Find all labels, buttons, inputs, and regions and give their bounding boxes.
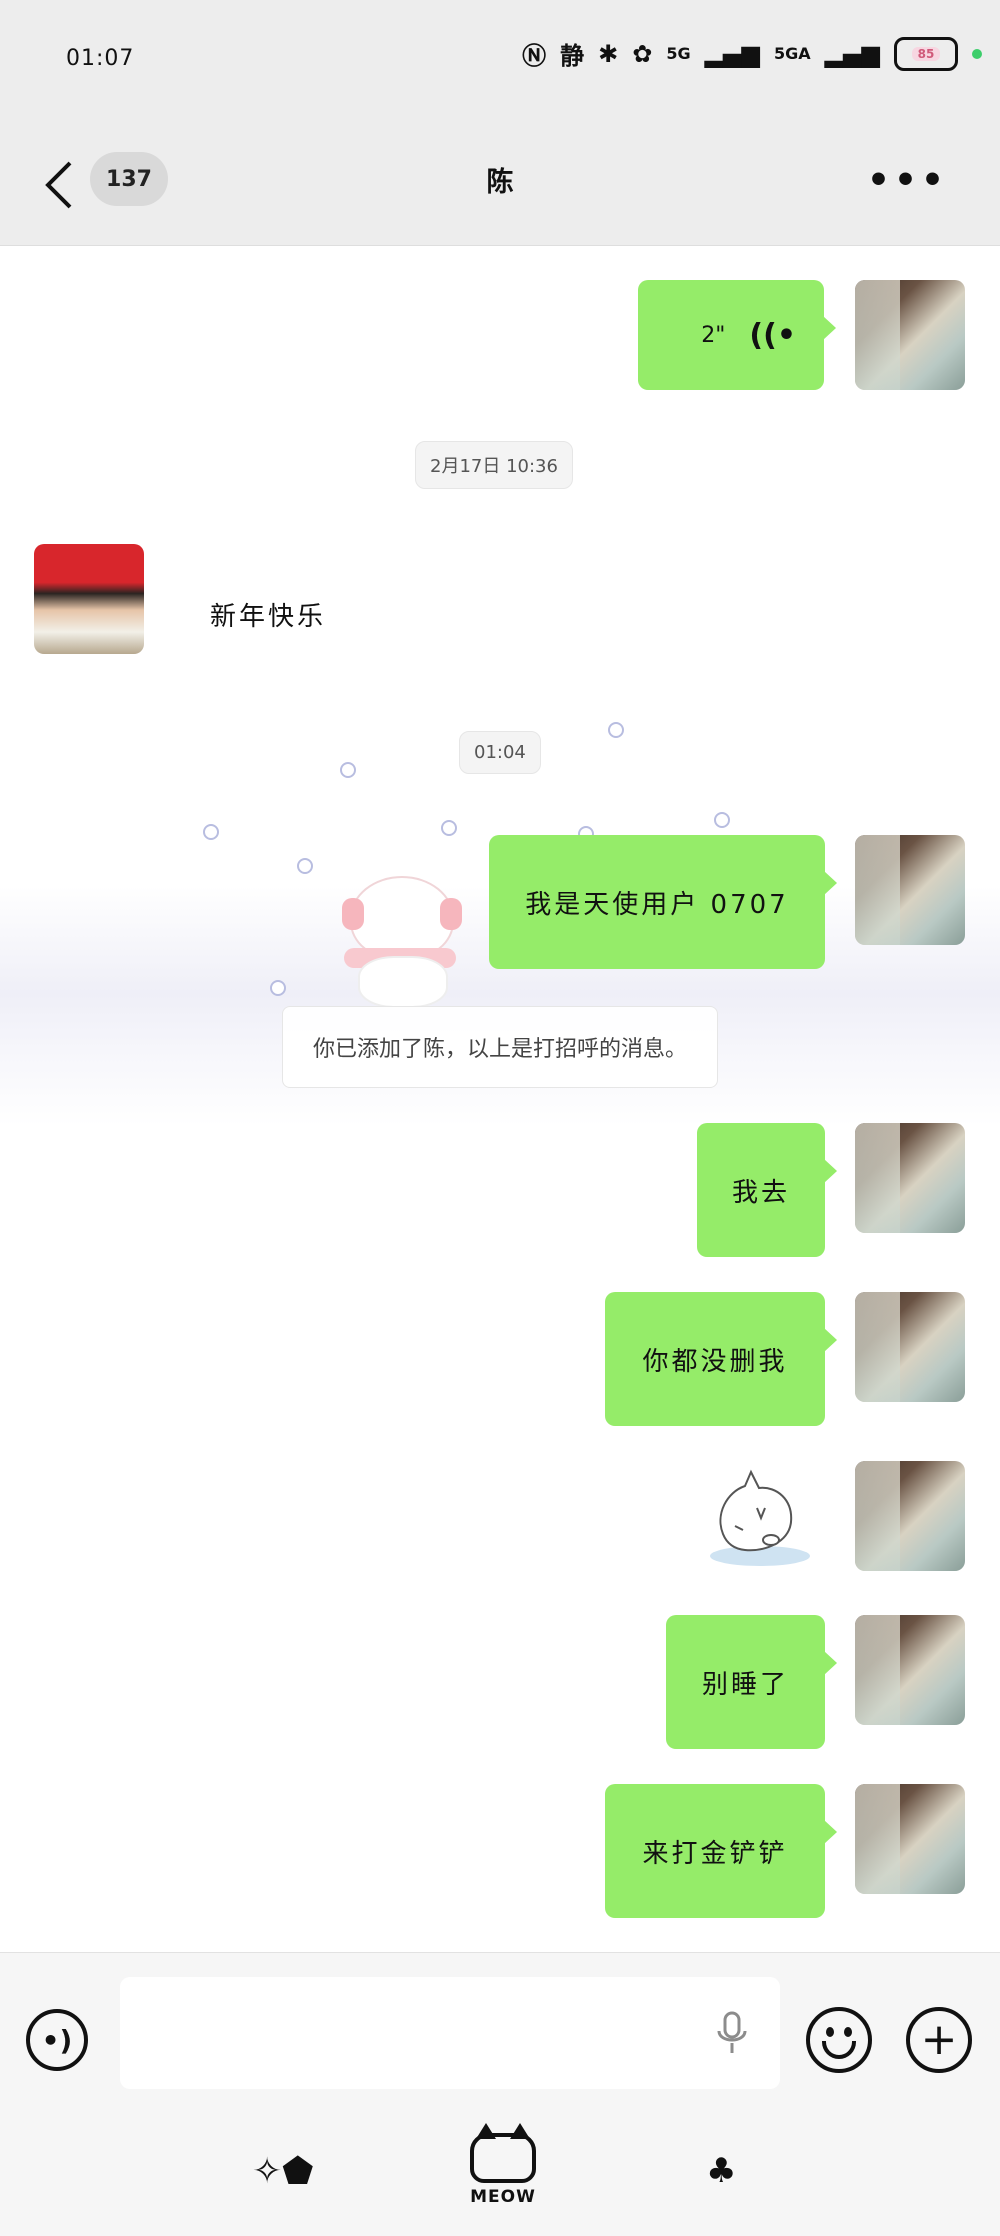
my-avatar[interactable] bbox=[855, 1461, 965, 1571]
cat-face-icon bbox=[470, 2123, 536, 2183]
incoming-message-text[interactable]: 新年快乐 bbox=[210, 596, 326, 633]
snowflake bbox=[340, 762, 356, 778]
meow-label: MEOW bbox=[470, 2187, 536, 2207]
message-input[interactable] bbox=[120, 1977, 780, 2089]
my-avatar[interactable] bbox=[855, 1292, 965, 1402]
outgoing-message-bubble[interactable]: 我去 bbox=[697, 1123, 837, 1257]
bottom-toolbar: ✧⬟ MEOW ♣ bbox=[0, 2123, 1000, 2223]
outgoing-message-bubble[interactable]: 来打金铲铲 bbox=[605, 1784, 837, 1918]
voice-input-toggle-icon[interactable]: •) bbox=[26, 2009, 88, 2071]
privacy-indicator-dot bbox=[972, 48, 982, 59]
snowflake bbox=[441, 820, 457, 836]
snowflake bbox=[714, 812, 730, 828]
my-avatar[interactable] bbox=[855, 280, 965, 390]
sparkle-shapes-icon[interactable]: ✧⬟ bbox=[252, 2151, 313, 2192]
voice-wave-icon: ((• bbox=[749, 317, 796, 353]
chat-title: 陈 bbox=[486, 167, 514, 198]
system-notice: 你已添加了陈，以上是打招呼的消息。 bbox=[282, 1006, 718, 1088]
contact-avatar[interactable] bbox=[34, 544, 144, 654]
voice-duration: 2" bbox=[701, 322, 726, 348]
silent-icon: 静 bbox=[560, 42, 585, 70]
signal-icon-2: ▂▄▆ bbox=[824, 39, 880, 68]
input-bar: •) + ✧⬟ MEOW ♣ bbox=[0, 1952, 1000, 2236]
emoji-icon[interactable] bbox=[806, 2007, 872, 2073]
my-avatar[interactable] bbox=[855, 835, 965, 945]
nfc-icon: Ⓝ bbox=[522, 42, 547, 70]
snowflake bbox=[270, 980, 286, 996]
my-avatar[interactable] bbox=[855, 1123, 965, 1233]
network-5ga-label: 5GA bbox=[773, 44, 811, 63]
voice-message-bubble[interactable]: 2" ((• bbox=[638, 280, 836, 390]
timestamp: 01:04 bbox=[459, 731, 541, 774]
status-icons: Ⓝ 静 ✱ ✿ 5G ▂▄▆ 5GA ▂▄▆ 85 bbox=[522, 36, 982, 71]
timestamp: 2月17日 10:36 bbox=[415, 441, 573, 489]
add-more-icon[interactable]: + bbox=[906, 2007, 972, 2073]
chat-message-list[interactable]: 2" ((• 2月17日 10:36 新年快乐 01:04 我是天使用户 070… bbox=[0, 246, 1000, 1952]
paw-icon: ✿ bbox=[632, 39, 653, 68]
network-5g-label: 5G bbox=[666, 44, 691, 63]
meow-tab[interactable]: MEOW bbox=[470, 2123, 536, 2207]
microphone-icon[interactable] bbox=[714, 2011, 750, 2055]
status-time: 01:07 bbox=[66, 46, 135, 71]
snowflake bbox=[297, 858, 313, 874]
paw-trail-icon[interactable]: ♣ bbox=[706, 2151, 736, 2191]
battery-level: 85 bbox=[911, 46, 941, 61]
snowman-decoration bbox=[340, 876, 470, 1008]
outgoing-message-bubble[interactable]: 我是天使用户 0707 bbox=[489, 835, 837, 969]
outgoing-message-bubble[interactable]: 你都没删我 bbox=[605, 1292, 837, 1426]
snowflake bbox=[203, 824, 219, 840]
more-options-icon[interactable]: ••• bbox=[867, 160, 948, 201]
my-avatar[interactable] bbox=[855, 1615, 965, 1725]
bluetooth-icon: ✱ bbox=[598, 39, 619, 68]
cat-lying-sticker[interactable] bbox=[705, 1464, 825, 1574]
status-bar: 01:07 Ⓝ 静 ✱ ✿ 5G ▂▄▆ 5GA ▂▄▆ 85 bbox=[0, 0, 1000, 120]
signal-icon: ▂▄▆ bbox=[704, 39, 760, 68]
battery-icon: 85 bbox=[894, 36, 958, 71]
outgoing-message-bubble[interactable]: 别睡了 bbox=[666, 1615, 837, 1749]
my-avatar[interactable] bbox=[855, 1784, 965, 1894]
chat-header: 137 陈 ••• bbox=[0, 120, 1000, 246]
snowflake bbox=[608, 722, 624, 738]
